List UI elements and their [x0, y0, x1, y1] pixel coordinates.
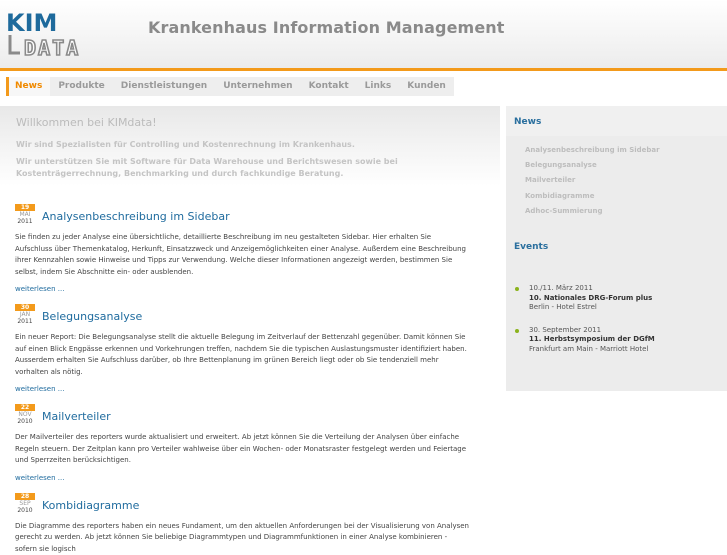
date-year: 2010 [15, 507, 35, 514]
welcome-line-1: Wir sind Spezialisten für Controlling un… [16, 139, 476, 151]
article-body: Der Mailverteiler des reporters wurde ak… [15, 432, 470, 467]
date-day: 19 [15, 204, 35, 211]
event-item[interactable]: 30. September 2011 11. Herbstsymposium d… [515, 326, 655, 355]
sidebar-news-link[interactable]: Belegungsanalyse [525, 158, 660, 173]
date-month: MAI [15, 211, 35, 218]
date-badge: 30 JAN 2011 [15, 304, 35, 325]
article-title[interactable]: Belegungsanalyse [42, 310, 142, 323]
welcome-line-2: Wir unterstützen Sie mit Software für Da… [16, 156, 476, 180]
sidebar: News Analysenbeschreibung im Sidebar Bel… [506, 106, 727, 391]
article-body: Die Diagramme des reporters haben ein ne… [15, 521, 470, 555]
article-title[interactable]: Analysenbeschreibung im Sidebar [42, 210, 230, 223]
sidebar-news-title: News [514, 117, 541, 127]
nav-item-unternehmen[interactable]: Unternehmen [215, 77, 300, 96]
event-title: 11. Herbstsymposium der DGfM [529, 335, 655, 345]
logo-text-top: KIM [6, 9, 57, 37]
article-title[interactable]: Mailverteiler [42, 410, 111, 423]
nav-item-kontakt[interactable]: Kontakt [301, 77, 357, 96]
bullet-icon [515, 287, 519, 291]
news-article: 30 JAN 2011 Belegungsanalyse Ein neuer R… [15, 304, 485, 393]
event-date: 30. September 2011 [529, 326, 655, 336]
sidebar-news-link[interactable]: Analysenbeschreibung im Sidebar [525, 143, 660, 158]
date-badge: 28 SEP 2010 [15, 493, 35, 514]
sidebar-news-link[interactable]: Mailverteiler [525, 173, 660, 188]
nav-item-produkte[interactable]: Produkte [50, 77, 112, 96]
kimdata-logo[interactable]: KIM DATA [6, 9, 130, 59]
news-article: 28 SEP 2010 Kombidiagramme Die Diagramme… [15, 493, 485, 555]
welcome-banner: Willkommen bei KIMdata! Wir sind Spezial… [0, 106, 500, 186]
site-header: KIM DATA Krankenhaus Information Managem… [0, 0, 727, 68]
date-day: 30 [15, 304, 35, 311]
sidebar-events-title: Events [514, 242, 548, 252]
sidebar-news-link[interactable]: Adhoc-Summierung [525, 204, 660, 219]
bullet-icon [515, 329, 519, 333]
date-year: 2011 [15, 318, 35, 325]
read-more-link[interactable]: weiterlesen ... [15, 385, 485, 393]
date-badge: 19 MAI 2011 [15, 204, 35, 225]
nav-item-news[interactable]: News [6, 77, 50, 96]
logo-text-bottom: DATA [24, 36, 80, 59]
news-article: 22 NOV 2010 Mailverteiler Der Mailvertei… [15, 404, 485, 482]
date-day: 28 [15, 493, 35, 500]
news-article: 19 MAI 2011 Analysenbeschreibung im Side… [15, 204, 485, 293]
nav-item-dienstleistungen[interactable]: Dienstleistungen [113, 77, 215, 96]
nav-item-kunden[interactable]: Kunden [399, 77, 454, 96]
date-day: 22 [15, 404, 35, 411]
date-badge: 22 NOV 2010 [15, 404, 35, 425]
event-place: Berlin - Hotel Estrel [529, 303, 652, 313]
event-title: 10. Nationales DRG-Forum plus [529, 294, 652, 304]
event-item[interactable]: 10./11. März 2011 10. Nationales DRG-For… [515, 284, 655, 313]
event-place: Frankfurt am Main - Marriott Hotel [529, 345, 655, 355]
main-nav: News Produkte Dienstleistungen Unternehm… [6, 77, 454, 96]
read-more-link[interactable]: weiterlesen ... [15, 474, 485, 482]
date-month: NOV [15, 411, 35, 418]
sidebar-news-link[interactable]: Kombidiagramme [525, 189, 660, 204]
news-list: 19 MAI 2011 Analysenbeschreibung im Side… [15, 204, 485, 555]
event-date: 10./11. März 2011 [529, 284, 652, 294]
date-year: 2011 [15, 218, 35, 225]
date-month: SEP [15, 500, 35, 507]
date-year: 2010 [15, 418, 35, 425]
header-divider [0, 68, 727, 71]
events-list: 10./11. März 2011 10. Nationales DRG-For… [515, 284, 655, 367]
article-body: Sie finden zu jeder Analyse eine übersic… [15, 232, 470, 278]
date-month: JAN [15, 311, 35, 318]
sidebar-news-links: Analysenbeschreibung im Sidebar Belegung… [525, 143, 660, 219]
article-body: Ein neuer Report: Die Belegungsanalyse s… [15, 332, 470, 378]
read-more-link[interactable]: weiterlesen ... [15, 285, 485, 293]
welcome-title: Willkommen bei KIMdata! [16, 116, 157, 129]
article-title[interactable]: Kombidiagramme [42, 499, 139, 512]
nav-item-links[interactable]: Links [357, 77, 400, 96]
site-title: Krankenhaus Information Management [148, 18, 505, 37]
